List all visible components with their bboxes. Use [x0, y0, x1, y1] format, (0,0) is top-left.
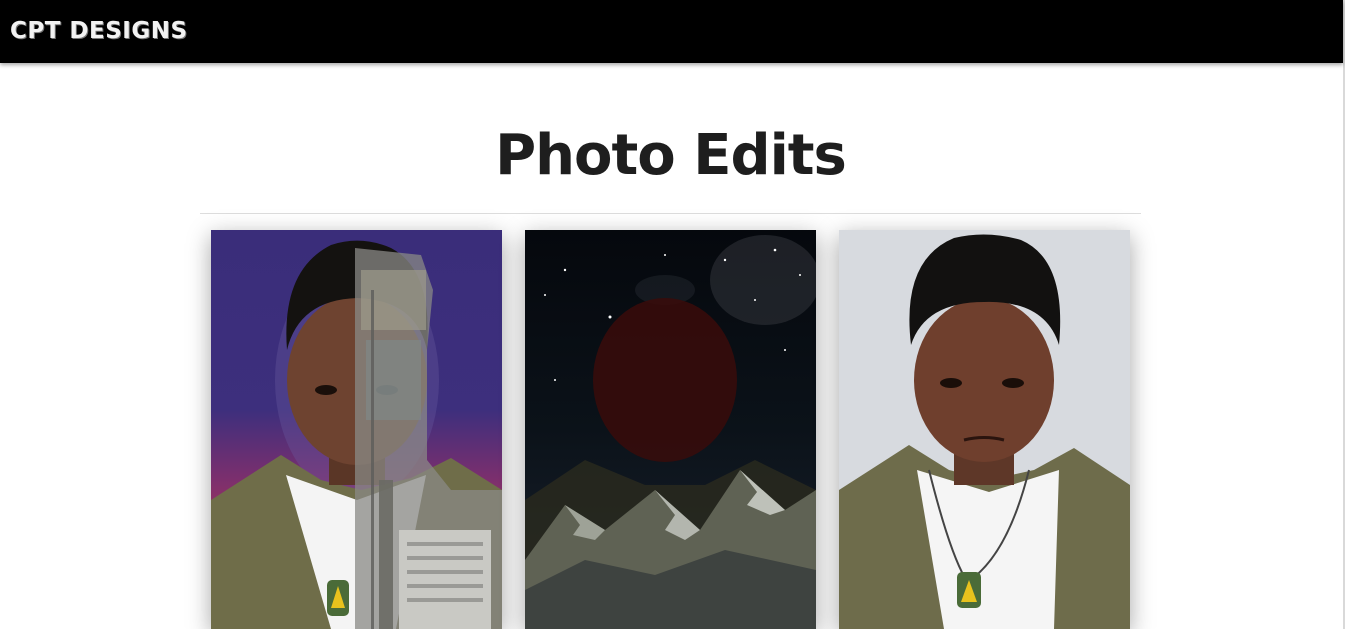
- photo-city-split-image: [211, 230, 502, 629]
- page-title: Photo Edits: [495, 123, 847, 188]
- gallery-photo-illustrated[interactable]: [839, 230, 1130, 629]
- title-divider: [200, 213, 1141, 214]
- photo-illustrated-image: [839, 230, 1130, 629]
- top-navbar: CPT DESIGNS: [0, 0, 1343, 63]
- brand-logo[interactable]: CPT DESIGNS: [10, 16, 188, 46]
- gallery-photo-city-split[interactable]: [211, 230, 502, 629]
- photo-night-sky-image: [525, 230, 816, 629]
- gallery-photo-night-sky[interactable]: [525, 230, 816, 629]
